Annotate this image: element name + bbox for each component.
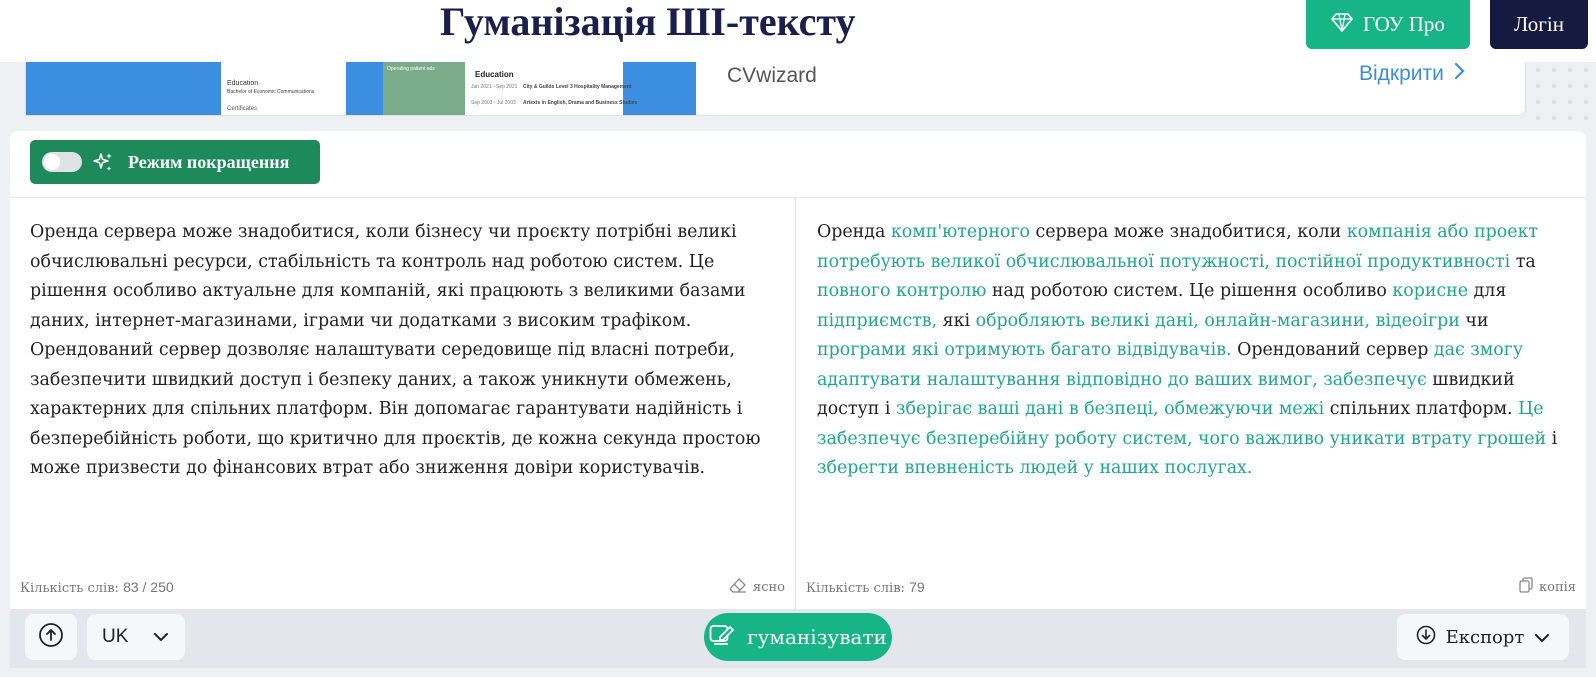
input-pane[interactable]: Оренда сервера може знадобитися, коли бі… [10,198,796,609]
ad-doc1-line: Bachelor of Economic Communications [227,89,315,95]
output-segment: чи [1459,310,1489,331]
output-changed-segment: обробляють великі дані, онлайн-магазини,… [975,310,1460,331]
word-count-value: 79 [909,579,925,595]
ad-doc2-heading: Education [475,70,514,79]
copy-icon [1519,577,1533,597]
ad-resume-preview: Operating patient ads Education Jan 2021… [383,62,637,115]
upload-icon [38,622,64,652]
output-changed-segment: програми які отримують багато відвідувач… [817,340,1232,360]
eraser-icon [729,577,747,597]
output-pane: Оренда комп'ютерного сервера може знадоб… [796,198,1586,609]
output-changed-segment: корисне [1392,281,1469,301]
output-changed-segment: повного контролю [817,281,987,301]
download-icon [1416,625,1436,650]
editor-toolbar: Режим покращення [10,131,1586,198]
clear-button[interactable]: ясно [729,577,785,597]
sparkle-icon [92,151,114,173]
chevron-down-icon [1534,627,1550,648]
humanize-button[interactable]: гуманізувати [704,613,892,661]
ad-doc1-line: Certificates [227,106,258,112]
ad-banner[interactable]: Education Bachelor of Economic Communica… [25,62,1526,116]
ad-open-link[interactable]: Відкрити [1359,62,1466,86]
diamond-icon [1331,12,1353,38]
output-changed-segment: підприємств, [817,310,938,331]
pro-button-label: ГОУ Про [1363,12,1445,36]
ad-doc1-heading: Education [227,80,259,87]
ad-doc2-side-text: Operating patient ads [387,66,435,72]
ad-resume-preview: Education Bachelor of Economic Communica… [221,62,346,115]
ad-doc2-line: Jan 2021 - Sep 2021 [471,84,518,90]
output-text: Оренда комп'ютерного сервера може знадоб… [817,218,1577,484]
export-button[interactable]: Експорт [1397,614,1569,660]
enhance-mode-label: Режим покращення [128,151,290,172]
copy-button[interactable]: копія [1519,577,1576,597]
chevron-down-icon [153,626,169,648]
bottom-bar: UK гуманізувати Експорт [10,609,1586,668]
ad-doc2-line: City & Guilds Level 3 Hospitality Manage… [523,84,632,90]
output-segment: спільних платформ. [1324,399,1519,419]
output-word-count: Кількість слів: 79 [806,579,925,596]
ad-image: Education Bachelor of Economic Communica… [26,62,696,115]
export-label: Експорт [1445,626,1525,648]
word-count-value: 83 / 250 [123,579,174,595]
ad-doc2-sidebar: Operating patient ads [383,62,465,115]
output-segment: Орендований сервер [1231,340,1434,360]
output-segment: Оренда [817,222,891,242]
output-segment: і [1546,428,1558,449]
login-button[interactable]: Логін [1490,0,1588,49]
upload-button[interactable] [25,614,77,660]
ad-open-label: Відкрити [1359,62,1444,85]
humanizer-card: Режим покращення Оренда сервера може зна… [10,131,1586,609]
enhance-mode-toggle[interactable]: Режим покращення [30,140,320,184]
input-text[interactable]: Оренда сервера може знадобитися, коли бі… [30,218,780,484]
page-title: Гуманізація ШІ-тексту [440,0,856,44]
humanize-label: гуманізувати [747,625,887,649]
ad-doc2-line: Artexts in English, Drama and Business S… [523,100,638,106]
output-segment: для [1468,281,1507,301]
language-select[interactable]: UK [87,614,185,660]
pro-button[interactable]: ГОУ Про [1306,0,1470,49]
output-segment: та [1510,251,1536,272]
language-value: UK [102,626,129,647]
ad-doc2-line: Sep 2003 - Jul 2003 [471,100,516,106]
output-changed-segment: комп'ютерного [890,222,1030,242]
output-segment: сервера може знадобитися, коли [1029,222,1347,242]
top-header: Гуманізація ШІ-тексту ГОУ Про Логін [0,0,1596,62]
output-changed-segment: зберігає ваші дані в безпеці, обмежуючи … [895,399,1325,419]
dot-pattern [1530,62,1596,131]
input-word-count: Кількість слів: 83 / 250 [20,579,174,596]
output-segment: які [937,310,976,331]
pen-icon [709,623,735,652]
copy-label: копія [1539,579,1576,595]
output-changed-segment: зберегти впевненість людей у наших послу… [817,458,1253,478]
clear-label: ясно [753,579,785,595]
word-count-label: Кількість слів: [806,581,905,596]
chevron-right-icon [1454,62,1466,86]
word-count-label: Кількість слів: [20,581,119,596]
toggle-switch[interactable] [42,152,82,172]
ad-brand-name: CVwizard [727,64,817,87]
output-segment: над роботою систем. Це рішення особливо [986,281,1393,301]
